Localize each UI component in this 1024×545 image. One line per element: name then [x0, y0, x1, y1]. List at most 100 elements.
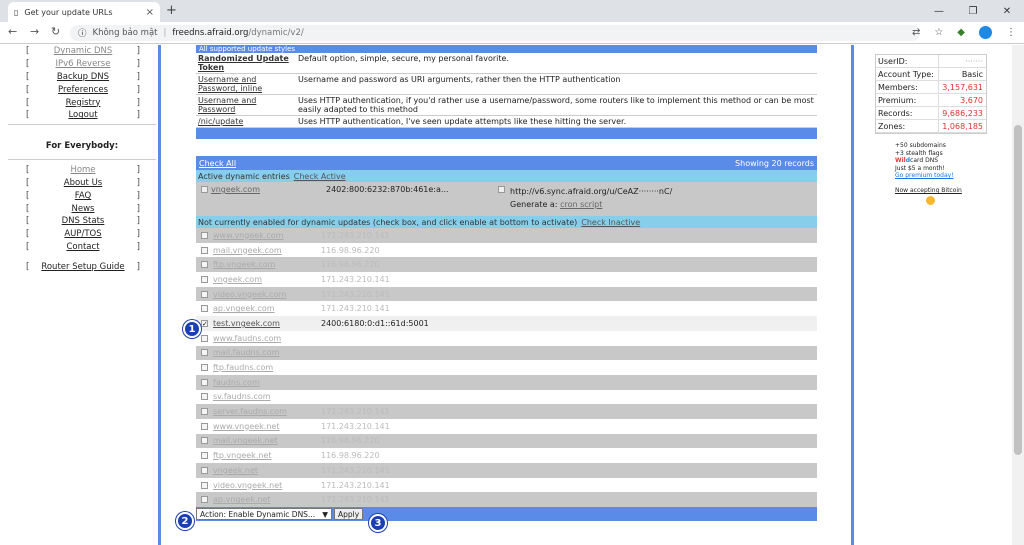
menu-link[interactable]: Contact	[66, 242, 99, 252]
action-select[interactable]: Action: Enable Dynamic DNS... ▼	[196, 508, 332, 521]
restore-icon[interactable]: ❐	[956, 0, 990, 22]
scrollbar[interactable]	[1012, 45, 1024, 545]
record-checkbox[interactable]	[201, 481, 208, 489]
style-link[interactable]: Username and Password, inline	[198, 75, 262, 93]
record-checkbox[interactable]: ✓	[201, 319, 208, 327]
style-link[interactable]: /nic/update	[198, 117, 243, 126]
record-domain-link[interactable]: ftp.vngeek.net	[213, 451, 313, 460]
record-domain-link[interactable]: ap.vngeek.com	[213, 304, 313, 313]
menu-item-faq[interactable]: [FAQ]	[8, 189, 156, 202]
menu-item-dns-stats[interactable]: [DNS Stats]	[8, 215, 156, 228]
record-domain-link[interactable]: www.faudns.com	[213, 334, 313, 343]
record-checkbox[interactable]	[201, 378, 208, 386]
record-domain-link[interactable]: www.vngeek.net	[213, 422, 313, 431]
new-tab-icon[interactable]: +	[166, 3, 177, 18]
record-domain-link[interactable]: video.vngeek.com	[213, 290, 313, 299]
menu-item-registry[interactable]: [Registry]	[8, 96, 156, 109]
check-all-link[interactable]: Check All	[199, 159, 236, 168]
cron-script-link[interactable]: cron script	[560, 200, 602, 209]
menu-link[interactable]: Logout	[68, 110, 97, 120]
record-checkbox[interactable]	[201, 334, 208, 342]
record-checkbox[interactable]	[201, 261, 208, 269]
style-name-cell[interactable]: /nic/update	[196, 115, 296, 128]
record-domain-link[interactable]: mail.vngeek.net	[213, 436, 313, 445]
record-checkbox[interactable]	[201, 290, 208, 298]
menu-link[interactable]: About Us	[64, 178, 102, 188]
record-checkbox[interactable]	[201, 496, 208, 504]
record-checkbox[interactable]	[201, 408, 208, 416]
menu-item-logout[interactable]: [Logout]	[8, 109, 156, 122]
translate-icon[interactable]: ⇄	[912, 27, 920, 38]
menu-item-backup-dns[interactable]: [Backup DNS]	[8, 71, 156, 84]
style-name-cell[interactable]: Randomized Update Token	[196, 53, 296, 74]
menu-item-home[interactable]: [Home]	[8, 164, 156, 177]
profile-avatar[interactable]	[979, 26, 992, 39]
menu-item-about-us[interactable]: [About Us]	[8, 177, 156, 190]
menu-link[interactable]: News	[72, 204, 95, 214]
menu-item-preferences[interactable]: [Preferences]	[8, 83, 156, 96]
check-active-link[interactable]: Check Active	[294, 172, 346, 181]
record-checkbox[interactable]	[201, 246, 208, 254]
menu-item-news[interactable]: [News]	[8, 202, 156, 215]
style-name-cell[interactable]: Username and Password	[196, 94, 296, 116]
active-checkbox[interactable]	[201, 186, 208, 193]
record-checkbox[interactable]	[201, 466, 208, 474]
bookmark-star-icon[interactable]: ☆	[934, 27, 943, 38]
go-premium-link[interactable]: Go premium today!	[895, 172, 954, 179]
apply-button[interactable]: Apply	[334, 508, 364, 521]
menu-item-dynamic-dns[interactable]: [Dynamic DNS]	[8, 45, 156, 58]
menu-item-router-setup[interactable]: [ Router Setup Guide ]	[8, 260, 156, 273]
style-link[interactable]: Username and Password	[198, 96, 256, 114]
bitcoin-link[interactable]: Now accepting Bitcoin	[895, 187, 962, 194]
record-domain-link[interactable]: ap.vngeek.net	[213, 495, 313, 504]
menu-item-contact[interactable]: [Contact]	[8, 241, 156, 254]
menu-link[interactable]: Registry	[66, 98, 101, 108]
record-domain-link[interactable]: server.faudns.com	[213, 407, 313, 416]
info-icon[interactable]: ⓘ	[78, 27, 87, 39]
record-domain-link[interactable]: sv.faudns.com	[213, 392, 313, 401]
style-link[interactable]: Randomized Update Token	[198, 54, 289, 72]
record-domain-link[interactable]: mail.faudns.com	[213, 348, 313, 357]
record-checkbox[interactable]	[201, 275, 208, 283]
record-domain-link[interactable]: mail.vngeek.com	[213, 246, 313, 255]
record-checkbox[interactable]	[201, 452, 208, 460]
record-checkbox[interactable]	[201, 349, 208, 357]
record-domain-link[interactable]: vngeek.net	[213, 466, 313, 475]
active-url-checkbox[interactable]	[498, 186, 505, 193]
active-domain-link[interactable]: vngeek.com	[211, 185, 311, 194]
browser-tab[interactable]: ▯ Get your update URLs ×	[8, 2, 160, 22]
menu-link[interactable]: AUP/TOS	[64, 229, 101, 239]
record-domain-link[interactable]: test.vngeek.com	[213, 319, 313, 328]
minimize-icon[interactable]: —	[922, 0, 956, 22]
forward-icon[interactable]: →	[30, 25, 39, 38]
back-icon[interactable]: ←	[8, 25, 17, 38]
menu-link[interactable]: Home	[70, 165, 95, 175]
menu-link[interactable]: DNS Stats	[62, 216, 105, 226]
record-domain-link[interactable]: video.vngeek.net	[213, 481, 313, 490]
record-checkbox[interactable]	[201, 231, 208, 239]
menu-item-ipv6-reverse[interactable]: [IPv6 Reverse]	[8, 58, 156, 71]
record-domain-link[interactable]: vngeek.com	[213, 275, 313, 284]
close-window-icon[interactable]: ✕	[990, 0, 1024, 22]
menu-link[interactable]: Backup DNS	[57, 72, 109, 82]
record-checkbox[interactable]	[201, 422, 208, 430]
check-inactive-link[interactable]: Check Inactive	[581, 218, 640, 227]
url-field[interactable]: ⓘ Không bảo mật | freedns.afraid.org/dyn…	[70, 25, 920, 41]
record-domain-link[interactable]: ftp.vngeek.com	[213, 260, 313, 269]
menu-link[interactable]: Dynamic DNS	[54, 46, 113, 56]
style-name-cell[interactable]: Username and Password, inline	[196, 73, 296, 95]
menu-item-aup-tos[interactable]: [AUP/TOS]	[8, 228, 156, 241]
record-domain-link[interactable]: ftp.faudns.com	[213, 363, 313, 372]
menu-link[interactable]: IPv6 Reverse	[56, 59, 111, 69]
menu-icon[interactable]: ⋮	[1006, 27, 1016, 38]
record-domain-link[interactable]: faudns.com	[213, 378, 313, 387]
menu-link[interactable]: Preferences	[58, 85, 108, 95]
record-domain-link[interactable]: www.vngeek.com	[213, 231, 313, 240]
record-checkbox[interactable]	[201, 393, 208, 401]
menu-link[interactable]: FAQ	[75, 191, 91, 201]
record-checkbox[interactable]	[201, 305, 208, 313]
record-checkbox[interactable]	[201, 364, 208, 372]
record-checkbox[interactable]	[201, 437, 208, 445]
router-setup-link[interactable]: Router Setup Guide	[41, 262, 124, 272]
close-tab-icon[interactable]: ×	[146, 7, 154, 18]
